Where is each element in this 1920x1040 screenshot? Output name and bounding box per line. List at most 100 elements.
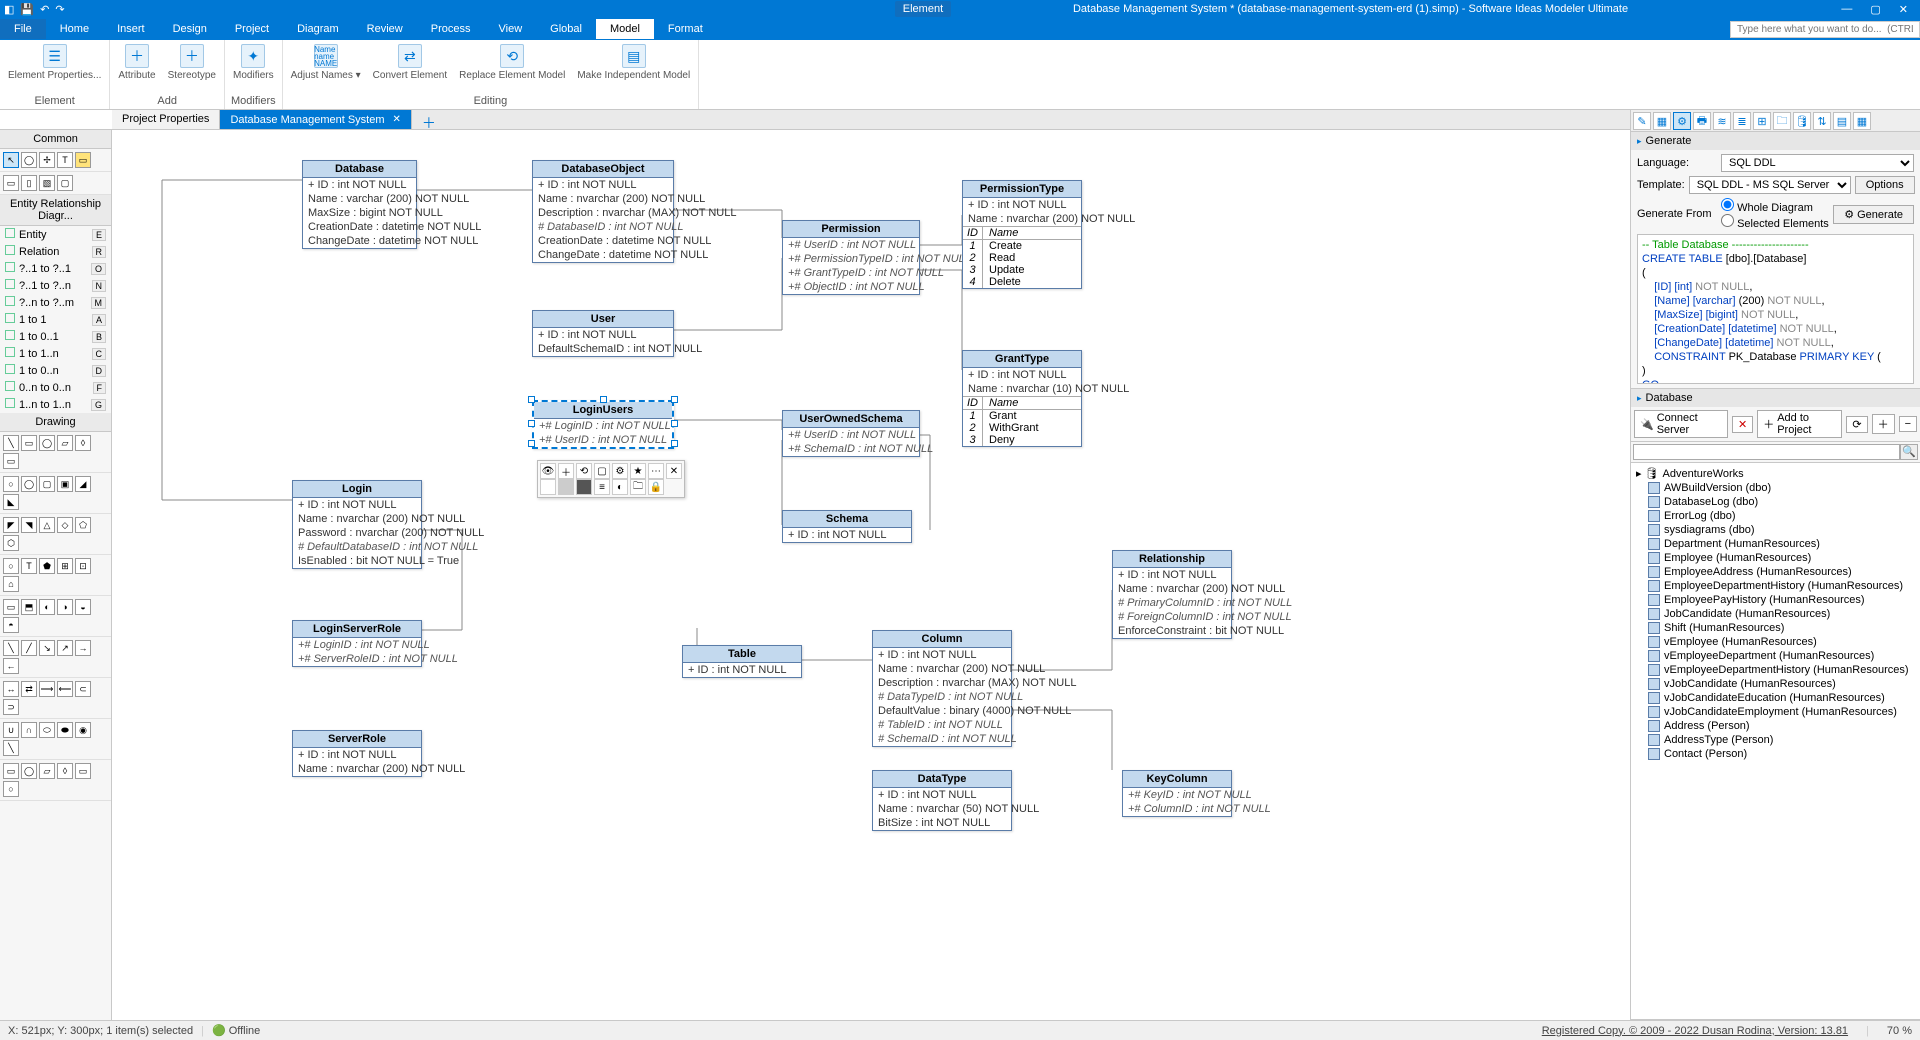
- drawing-tool-icon[interactable]: ◯: [21, 476, 37, 492]
- toolbox-item[interactable]: 1 to 0..1B: [0, 328, 111, 345]
- entity-login[interactable]: Login+ ID : int NOT NULLName : nvarchar …: [292, 480, 422, 569]
- drawing-tool-icon[interactable]: ○: [3, 558, 19, 574]
- toolbox-item[interactable]: ?..1 to ?..nN: [0, 277, 111, 294]
- drawing-tool-icon[interactable]: △: [39, 517, 55, 533]
- diagram-canvas[interactable]: Database+ ID : int NOT NULLName : varcha…: [112, 130, 1630, 1020]
- mini-tool-icon[interactable]: ▢: [594, 463, 610, 479]
- entity-table[interactable]: Table+ ID : int NOT NULL: [682, 645, 802, 678]
- entity-relationship[interactable]: Relationship+ ID : int NOT NULLName : nv…: [1112, 550, 1232, 639]
- tree-item[interactable]: vEmployeeDepartment (HumanResources): [1634, 649, 1917, 663]
- rp-icon-grid[interactable]: ▦: [1853, 112, 1871, 130]
- entity-keycolumn[interactable]: KeyColumn+# KeyID : int NOT NULL+# Colum…: [1122, 770, 1232, 817]
- drawing-tool-icon[interactable]: ⊃: [3, 699, 19, 715]
- mini-tool-icon[interactable]: ◐: [612, 479, 628, 495]
- mini-tool-icon[interactable]: 🗀: [630, 479, 646, 495]
- drawing-tool-icon[interactable]: ←: [3, 658, 19, 674]
- db-refresh-button[interactable]: ⟳: [1846, 416, 1867, 433]
- drawing-tool-icon[interactable]: ○: [3, 476, 19, 492]
- entity-permission[interactable]: Permission+# UserID : int NOT NULL+# Per…: [782, 220, 920, 295]
- mini-tool-icon[interactable]: 🔒: [648, 479, 664, 495]
- drawing-tool-icon[interactable]: ↗: [57, 640, 73, 656]
- rp-icon-styles[interactable]: ▦: [1653, 112, 1671, 130]
- tree-item[interactable]: AWBuildVersion (dbo): [1634, 481, 1917, 495]
- options-button[interactable]: Options: [1855, 176, 1915, 194]
- make-independent-button[interactable]: ▤Make Independent Model: [575, 42, 692, 83]
- mini-tool-icon[interactable]: ★: [630, 463, 646, 479]
- mini-tool-icon[interactable]: ⚙: [612, 463, 628, 479]
- database-panel-title[interactable]: Database: [1631, 389, 1920, 407]
- drawing-tool-icon[interactable]: ◇: [57, 517, 73, 533]
- tab-project-properties[interactable]: Project Properties: [112, 110, 220, 129]
- tool-text-icon[interactable]: T: [57, 152, 73, 168]
- mini-tool-icon[interactable]: 👁: [540, 463, 556, 479]
- drawing-tool-icon[interactable]: ╱: [21, 640, 37, 656]
- tool-crosshair-icon[interactable]: ✢: [39, 152, 55, 168]
- rp-icon-align[interactable]: ▤: [1833, 112, 1851, 130]
- mini-tool-icon[interactable]: ＋: [558, 463, 574, 479]
- rp-icon-edit[interactable]: ✎: [1633, 112, 1651, 130]
- drawing-tool-icon[interactable]: ◥: [21, 517, 37, 533]
- drawing-tool-icon[interactable]: ⬠: [75, 517, 91, 533]
- drawing-tool-icon[interactable]: ◒: [75, 599, 91, 615]
- entity-permtype[interactable]: PermissionType+ ID : int NOT NULLName : …: [962, 180, 1082, 289]
- tab-format[interactable]: Format: [654, 19, 717, 39]
- drawing-tool-icon[interactable]: ▭: [21, 435, 37, 451]
- drawing-tool-icon[interactable]: ▭: [3, 763, 19, 779]
- tree-item[interactable]: EmployeePayHistory (HumanResources): [1634, 593, 1917, 607]
- tree-item[interactable]: ErrorLog (dbo): [1634, 509, 1917, 523]
- tree-item[interactable]: Department (HumanResources): [1634, 537, 1917, 551]
- rp-icon-tree[interactable]: ⊞: [1753, 112, 1771, 130]
- qat-undo-icon[interactable]: ↶: [40, 3, 49, 16]
- tool-lasso-icon[interactable]: ◯: [21, 152, 37, 168]
- qat-save-icon[interactable]: 💾: [20, 3, 34, 16]
- selected-elements-radio[interactable]: [1721, 214, 1734, 227]
- tell-me-input[interactable]: [1730, 21, 1920, 38]
- replace-element-button[interactable]: ⟲Replace Element Model: [457, 42, 567, 83]
- toolbox-item[interactable]: ?..1 to ?..1O: [0, 260, 111, 277]
- tab-design[interactable]: Design: [159, 19, 221, 39]
- toolbox-item[interactable]: 1 to 1..nC: [0, 345, 111, 362]
- mini-tool-icon[interactable]: [540, 479, 556, 495]
- drawing-tool-icon[interactable]: ◯: [21, 763, 37, 779]
- tool-select-icon[interactable]: ↖: [3, 152, 19, 168]
- drawing-tool-icon[interactable]: ▱: [39, 763, 55, 779]
- tab-file[interactable]: File: [0, 19, 46, 39]
- drawing-tool-icon[interactable]: ◐: [39, 599, 55, 615]
- drawing-tool-icon[interactable]: ⬭: [39, 722, 55, 738]
- entity-database[interactable]: Database+ ID : int NOT NULLName : varcha…: [302, 160, 417, 249]
- drawing-tool-icon[interactable]: ◊: [57, 763, 73, 779]
- rp-icon-layers[interactable]: ≣: [1733, 112, 1751, 130]
- entity-datatype[interactable]: DataType+ ID : int NOT NULLName : nvarch…: [872, 770, 1012, 831]
- db-add-button[interactable]: ＋: [1872, 414, 1895, 434]
- tree-item[interactable]: vJobCandidate (HumanResources): [1634, 677, 1917, 691]
- drawing-tool-icon[interactable]: T: [21, 558, 37, 574]
- drawing-tool-icon[interactable]: ╲: [3, 640, 19, 656]
- db-remove-button[interactable]: ✕: [1732, 416, 1753, 433]
- adjust-names-button[interactable]: Name name NAMEAdjust Names ▾: [289, 42, 363, 83]
- modifiers-button[interactable]: ✦Modifiers: [231, 42, 276, 83]
- entity-loginserverrole[interactable]: LoginServerRole+# LoginID : int NOT NULL…: [292, 620, 422, 667]
- tool-frame-icon[interactable]: ▢: [57, 175, 73, 191]
- drawing-tool-icon[interactable]: ⬡: [3, 535, 19, 551]
- tab-dbms[interactable]: Database Management System ✕: [220, 110, 411, 129]
- add-to-project-button[interactable]: ＋Add to Project: [1757, 410, 1842, 438]
- tree-item[interactable]: EmployeeAddress (HumanResources): [1634, 565, 1917, 579]
- whole-diagram-radio[interactable]: [1721, 198, 1734, 211]
- tree-item[interactable]: DatabaseLog (dbo): [1634, 495, 1917, 509]
- tree-item[interactable]: Address (Person): [1634, 719, 1917, 733]
- sql-output[interactable]: -- Table Database --------------------- …: [1637, 234, 1914, 384]
- mini-close-icon[interactable]: ✕: [666, 463, 682, 479]
- db-search-input[interactable]: [1633, 444, 1900, 460]
- drawing-tool-icon[interactable]: ▱: [57, 435, 73, 451]
- entity-loginusers[interactable]: LoginUsers+# LoginID : int NOT NULL+# Us…: [532, 400, 674, 449]
- db-search-button[interactable]: 🔍: [1900, 444, 1918, 460]
- template-select[interactable]: SQL DDL - MS SQL Server: [1689, 176, 1851, 194]
- entity-granttype[interactable]: GrantType+ ID : int NOT NULLName : nvarc…: [962, 350, 1082, 447]
- tree-item[interactable]: sysdiagrams (dbo): [1634, 523, 1917, 537]
- drawing-tool-icon[interactable]: ▭: [75, 763, 91, 779]
- drawing-tool-icon[interactable]: ⇄: [21, 681, 37, 697]
- tree-item[interactable]: AddressType (Person): [1634, 733, 1917, 747]
- drawing-tool-icon[interactable]: ⬬: [57, 722, 73, 738]
- tab-project[interactable]: Project: [221, 19, 283, 39]
- entity-user[interactable]: User+ ID : int NOT NULLDefaultSchemaID :…: [532, 310, 674, 357]
